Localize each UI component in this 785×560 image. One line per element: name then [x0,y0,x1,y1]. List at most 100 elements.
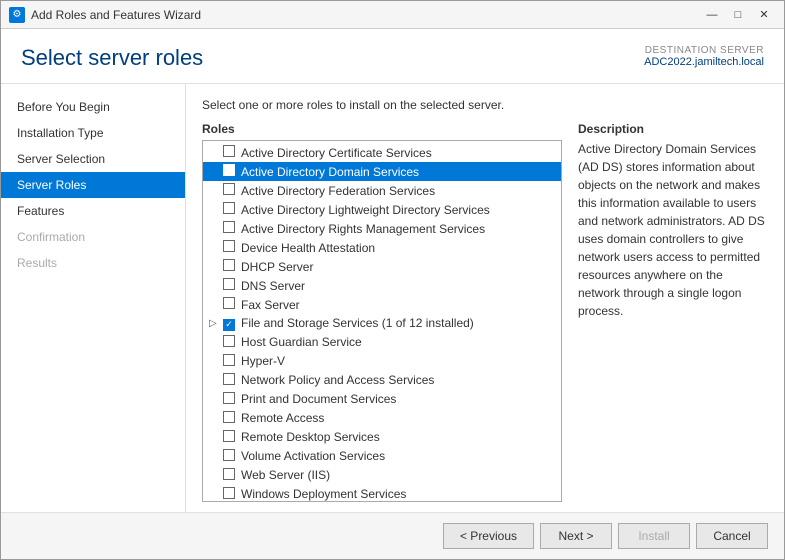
checkbox-hyper-v [223,354,235,369]
checkbox-box [223,278,235,290]
role-item-ad-fed[interactable]: Active Directory Federation Services [203,181,561,200]
checkbox-box [223,145,235,157]
roles-panel: Roles Active Directory Certificate Servi… [202,122,562,502]
main-content: Select one or more roles to install on t… [186,84,784,512]
roles-list[interactable]: Active Directory Certificate Services Act… [203,141,561,501]
role-label: Active Directory Domain Services [241,165,419,179]
checkbox-box [223,468,235,480]
role-item-remote-desktop[interactable]: Remote Desktop Services [203,428,561,447]
checkbox-device-health [223,240,235,255]
role-item-ad-cert[interactable]: Active Directory Certificate Services [203,143,561,162]
title-bar: ⚙ Add Roles and Features Wizard — □ ✕ [1,1,784,29]
checkbox-box [223,487,235,499]
description-text: Active Directory Domain Services (AD DS)… [578,140,768,320]
role-label: Active Directory Federation Services [241,184,435,198]
checkbox-ad-ds [223,164,235,179]
role-item-ad-rms[interactable]: Active Directory Rights Management Servi… [203,219,561,238]
sidebar-item-features[interactable]: Features [1,198,185,224]
window-title: Add Roles and Features Wizard [31,8,700,22]
sidebar-item-server-roles[interactable]: Server Roles [1,172,185,198]
checkbox-ad-fed [223,183,235,198]
checkbox-dns [223,278,235,293]
role-item-hyper-v[interactable]: Hyper-V [203,352,561,371]
checkbox-ad-lds [223,202,235,217]
role-item-device-health[interactable]: Device Health Attestation [203,238,561,257]
previous-button[interactable]: < Previous [443,523,534,549]
role-label: Active Directory Certificate Services [241,146,432,160]
role-label: Volume Activation Services [241,449,385,463]
checkbox-box [223,411,235,423]
sidebar-item-results: Results [1,250,185,276]
checkbox-remote-desktop [223,430,235,445]
app-icon: ⚙ [9,7,25,23]
role-item-ad-lds[interactable]: Active Directory Lightweight Directory S… [203,200,561,219]
role-item-windows-deploy[interactable]: Windows Deployment Services [203,485,561,502]
role-label: DNS Server [241,279,305,293]
checkbox-box [223,449,235,461]
checkbox-box [223,240,235,252]
checkbox-box [223,164,235,176]
checkbox-box [223,297,235,309]
role-label: Web Server (IIS) [241,468,330,482]
role-label: Remote Access [241,411,324,425]
checkbox-volume-activation [223,449,235,464]
checkbox-remote-access [223,411,235,426]
role-label: Active Directory Rights Management Servi… [241,222,485,236]
destination-info: DESTINATION SERVER ADC2022.jamiltech.loc… [644,45,764,68]
checkbox-file-storage: ✓ [223,316,235,331]
next-button[interactable]: Next > [540,523,612,549]
checkbox-dhcp [223,259,235,274]
description-label: Description [578,122,768,136]
destination-server: ADC2022.jamiltech.local [644,56,764,68]
checkbox-host-guardian [223,335,235,350]
role-item-host-guardian[interactable]: Host Guardian Service [203,333,561,352]
checkbox-web-server [223,468,235,483]
role-item-file-storage[interactable]: ▷✓ File and Storage Services (1 of 12 ins… [203,314,561,333]
role-label: Hyper-V [241,354,285,368]
destination-label: DESTINATION SERVER [644,45,764,56]
role-item-web-server[interactable]: Web Server (IIS) [203,466,561,485]
sidebar: Before You BeginInstallation TypeServer … [1,84,186,512]
role-label: Print and Document Services [241,392,396,406]
minimize-button[interactable]: — [700,5,724,25]
install-button[interactable]: Install [618,523,690,549]
sidebar-item-installation-type[interactable]: Installation Type [1,120,185,146]
role-label: Windows Deployment Services [241,487,406,501]
role-item-network-policy[interactable]: Network Policy and Access Services [203,371,561,390]
checkbox-box [223,392,235,404]
checkbox-print-doc [223,392,235,407]
checkbox-box [223,335,235,347]
role-label: Host Guardian Service [241,335,362,349]
checkbox-box: ✓ [223,319,235,331]
checkbox-box [223,430,235,442]
checkbox-box [223,183,235,195]
main-layout: Before You BeginInstallation TypeServer … [1,84,784,512]
role-item-fax[interactable]: Fax Server [203,295,561,314]
expand-icon: ▷ [209,318,221,329]
role-item-print-doc[interactable]: Print and Document Services [203,390,561,409]
checkbox-ad-rms [223,221,235,236]
checkbox-box [223,354,235,366]
role-item-ad-ds[interactable]: Active Directory Domain Services [203,162,561,181]
checkbox-windows-deploy [223,487,235,502]
roles-label: Roles [202,122,562,136]
cancel-button[interactable]: Cancel [696,523,768,549]
sidebar-item-before-you-begin[interactable]: Before You Begin [1,94,185,120]
wizard-window: ⚙ Add Roles and Features Wizard — □ ✕ Se… [0,0,785,560]
page-title: Select server roles [21,45,203,71]
role-item-volume-activation[interactable]: Volume Activation Services [203,447,561,466]
checkbox-box [223,259,235,271]
checkbox-box [223,221,235,233]
checkbox-fax [223,297,235,312]
role-item-dns[interactable]: DNS Server [203,276,561,295]
roles-list-container: Active Directory Certificate Services Act… [202,140,562,502]
role-label: File and Storage Services (1 of 12 insta… [241,316,474,330]
checkbox-ad-cert [223,145,235,160]
role-item-dhcp[interactable]: DHCP Server [203,257,561,276]
sidebar-item-server-selection[interactable]: Server Selection [1,146,185,172]
window-controls: — □ ✕ [700,5,776,25]
checkbox-network-policy [223,373,235,388]
close-button[interactable]: ✕ [752,5,776,25]
maximize-button[interactable]: □ [726,5,750,25]
role-item-remote-access[interactable]: Remote Access [203,409,561,428]
